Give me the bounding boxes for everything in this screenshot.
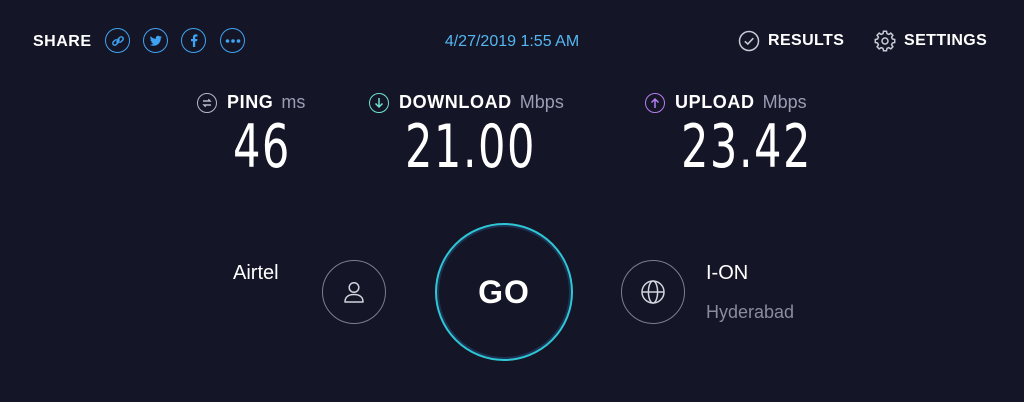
settings-button[interactable]: SETTINGS <box>874 30 987 52</box>
download-header: DOWNLOAD Mbps <box>369 92 564 113</box>
server-button[interactable] <box>621 260 685 324</box>
ping-header: PING ms <box>197 92 305 113</box>
test-datetime: 4/27/2019 1:55 AM <box>444 33 580 50</box>
download-label: DOWNLOAD <box>399 92 512 112</box>
isp-button[interactable] <box>322 260 386 324</box>
server-location: Hyderabad <box>706 302 795 322</box>
upload-header: UPLOAD Mbps <box>645 92 807 113</box>
user-icon <box>344 281 364 303</box>
upload-label: UPLOAD <box>675 92 755 112</box>
ping-unit: ms <box>281 92 306 112</box>
ping-icon <box>197 92 217 113</box>
upload-unit: Mbps <box>762 92 807 112</box>
check-circle-icon <box>738 30 760 52</box>
go-label: GO <box>478 273 530 310</box>
server-name: I-ON <box>706 262 749 284</box>
isp-name: Airtel <box>233 262 279 284</box>
upload-arrow-icon <box>645 92 665 113</box>
ping-label: PING <box>227 92 274 112</box>
go-button[interactable]: GO <box>435 223 573 361</box>
globe-icon <box>641 280 665 304</box>
ping-value: 46 <box>233 112 291 182</box>
download-value: 21.00 <box>405 112 536 182</box>
settings-label: SETTINGS <box>904 32 988 49</box>
gear-icon <box>874 30 896 52</box>
download-unit: Mbps <box>519 92 564 112</box>
download-arrow-icon <box>369 92 389 113</box>
results-button[interactable]: RESULTS <box>738 30 844 52</box>
results-label: RESULTS <box>768 32 845 49</box>
upload-value: 23.42 <box>681 112 812 182</box>
